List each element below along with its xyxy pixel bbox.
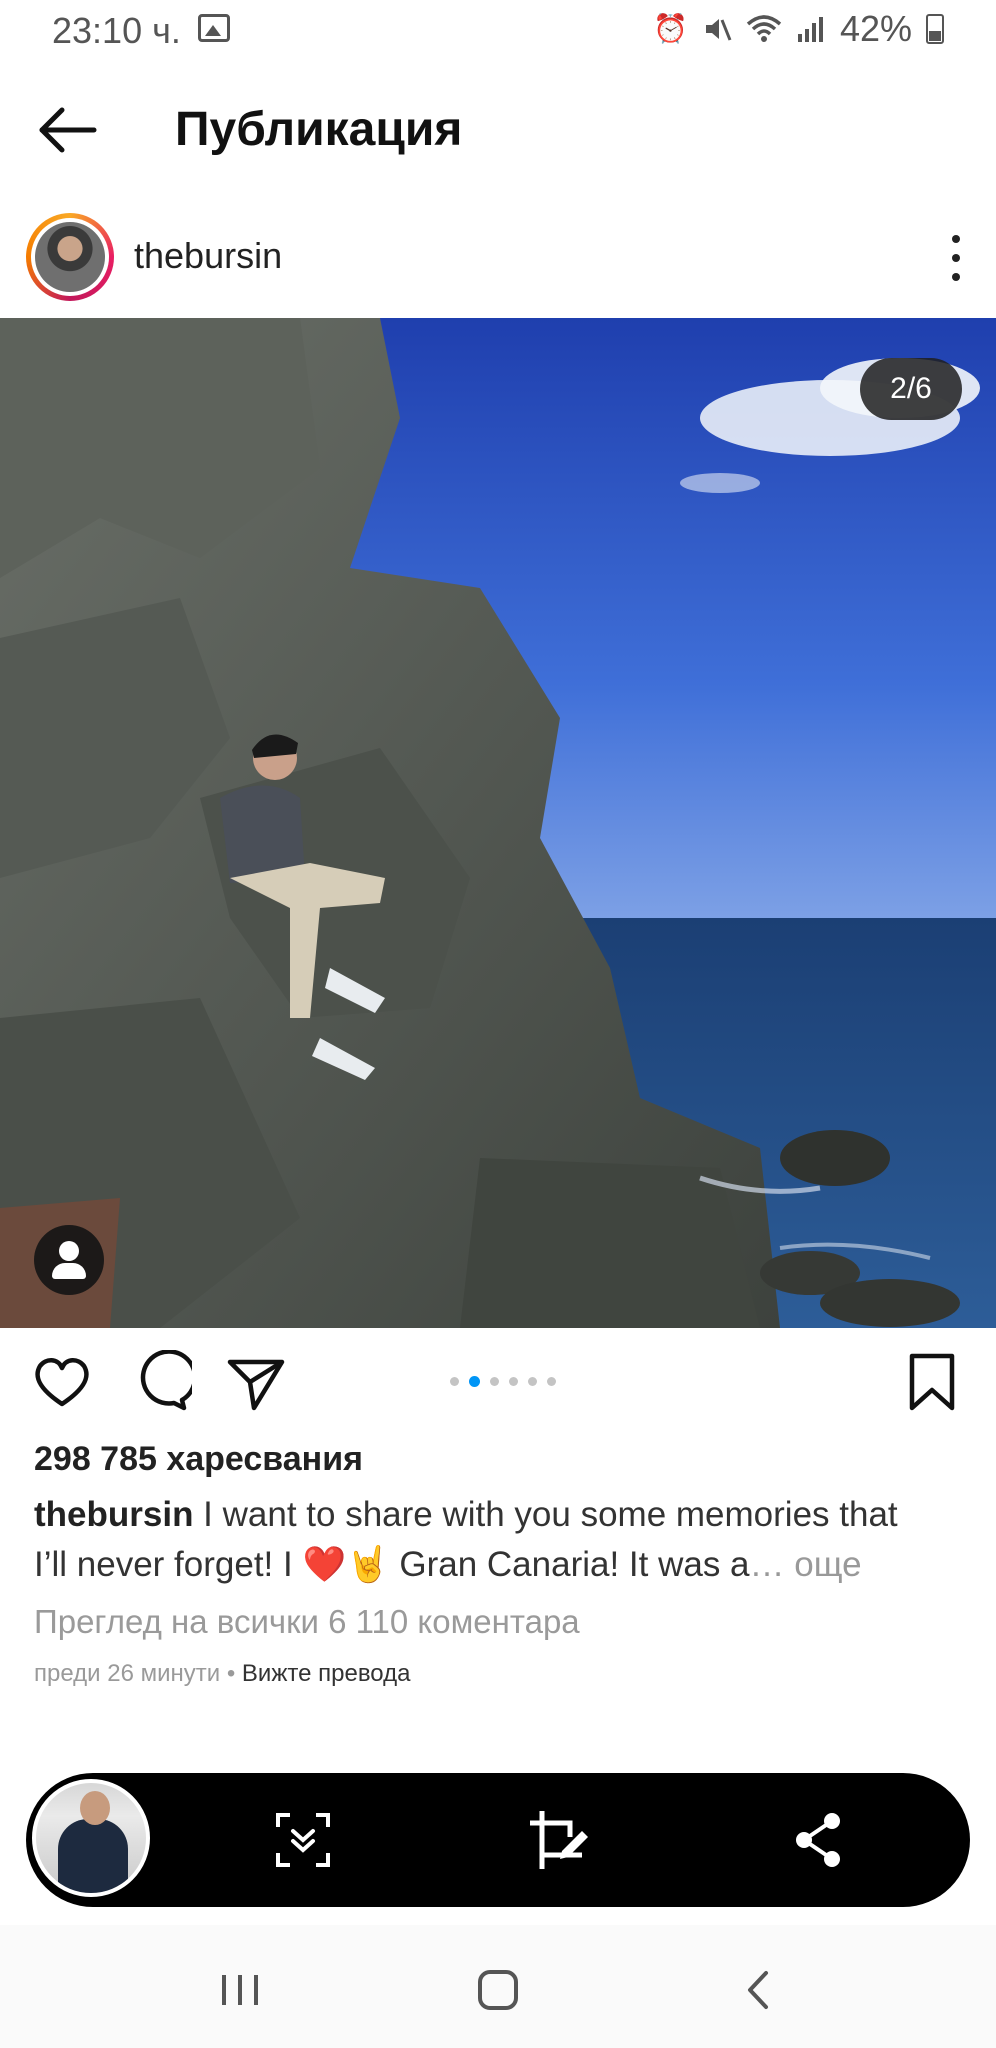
avatar[interactable]	[26, 213, 114, 301]
caption-text-1: I want to share with you some memories t…	[193, 1495, 898, 1534]
signal-icon	[797, 17, 823, 42]
arrow-left-icon[interactable]	[36, 102, 100, 158]
heart-emoji: ❤️	[302, 1545, 347, 1584]
crop-edit-icon[interactable]	[526, 1807, 592, 1873]
page-title: Публикация	[175, 103, 463, 156]
battery-icon	[926, 14, 944, 44]
scroll-capture-icon[interactable]	[270, 1807, 336, 1873]
gallery-icon	[198, 14, 230, 42]
carousel-dot	[469, 1376, 480, 1387]
view-comments-link[interactable]: Преглед на всички 6 110 коментара	[34, 1603, 580, 1641]
status-icons: ⏰ 42%	[653, 8, 944, 50]
bookmark-icon[interactable]	[900, 1350, 964, 1414]
photo-counter-badge: 2/6	[860, 358, 962, 420]
home-icon[interactable]	[468, 1965, 528, 2015]
post-actions	[0, 1340, 996, 1420]
mute-icon	[705, 19, 732, 41]
screenshot-thumbnail[interactable]	[32, 1779, 150, 1897]
share-icon[interactable]	[786, 1807, 852, 1873]
back-icon[interactable]	[728, 1965, 788, 2015]
comment-icon[interactable]	[128, 1350, 192, 1414]
meta-separator: •	[220, 1660, 242, 1687]
screenshot-toolbar	[26, 1773, 970, 1907]
post-username[interactable]: thebursin	[134, 235, 282, 277]
status-time: 23:10 ч.	[52, 10, 181, 51]
carousel-indicator	[450, 1376, 556, 1387]
heart-icon[interactable]	[30, 1350, 94, 1414]
rock-emoji: 🤘	[346, 1545, 390, 1584]
post-meta: преди 26 минути • Вижте превода	[34, 1660, 410, 1688]
alarm-icon: ⏰	[653, 13, 688, 44]
translate-link[interactable]: Вижте превода	[242, 1660, 411, 1687]
caption-more-link[interactable]: още	[785, 1545, 861, 1584]
system-nav-bar	[0, 1925, 996, 2048]
photo-image	[0, 318, 996, 1328]
carousel-dot	[450, 1377, 459, 1386]
recent-apps-icon[interactable]	[210, 1965, 270, 2015]
likes-count[interactable]: 298 785 харесвания	[34, 1440, 363, 1479]
post-photo[interactable]	[0, 318, 996, 1328]
app-header: Публикация	[0, 80, 996, 180]
battery-percent: 42%	[839, 8, 912, 49]
more-options-icon[interactable]	[946, 235, 966, 281]
share-send-icon[interactable]	[224, 1350, 288, 1414]
carousel-dot	[547, 1377, 556, 1386]
carousel-dot	[528, 1377, 537, 1386]
caption-text-2: I’ll never forget! I	[34, 1545, 303, 1584]
user-tags-icon[interactable]	[34, 1225, 104, 1295]
caption-username[interactable]: thebursin	[34, 1495, 193, 1534]
post-timestamp: преди 26 минути	[34, 1660, 221, 1687]
carousel-dot	[490, 1377, 499, 1386]
post-caption: thebursin I want to share with you some …	[34, 1490, 964, 1590]
caption-text-3: Gran Canaria! It was a	[389, 1545, 750, 1584]
carousel-dot	[509, 1377, 518, 1386]
post-header: thebursin	[0, 205, 996, 310]
caption-ellipsis: …	[749, 1545, 785, 1584]
wifi-icon	[746, 15, 782, 42]
status-bar: 23:10 ч. ⏰ 42%	[0, 0, 996, 64]
